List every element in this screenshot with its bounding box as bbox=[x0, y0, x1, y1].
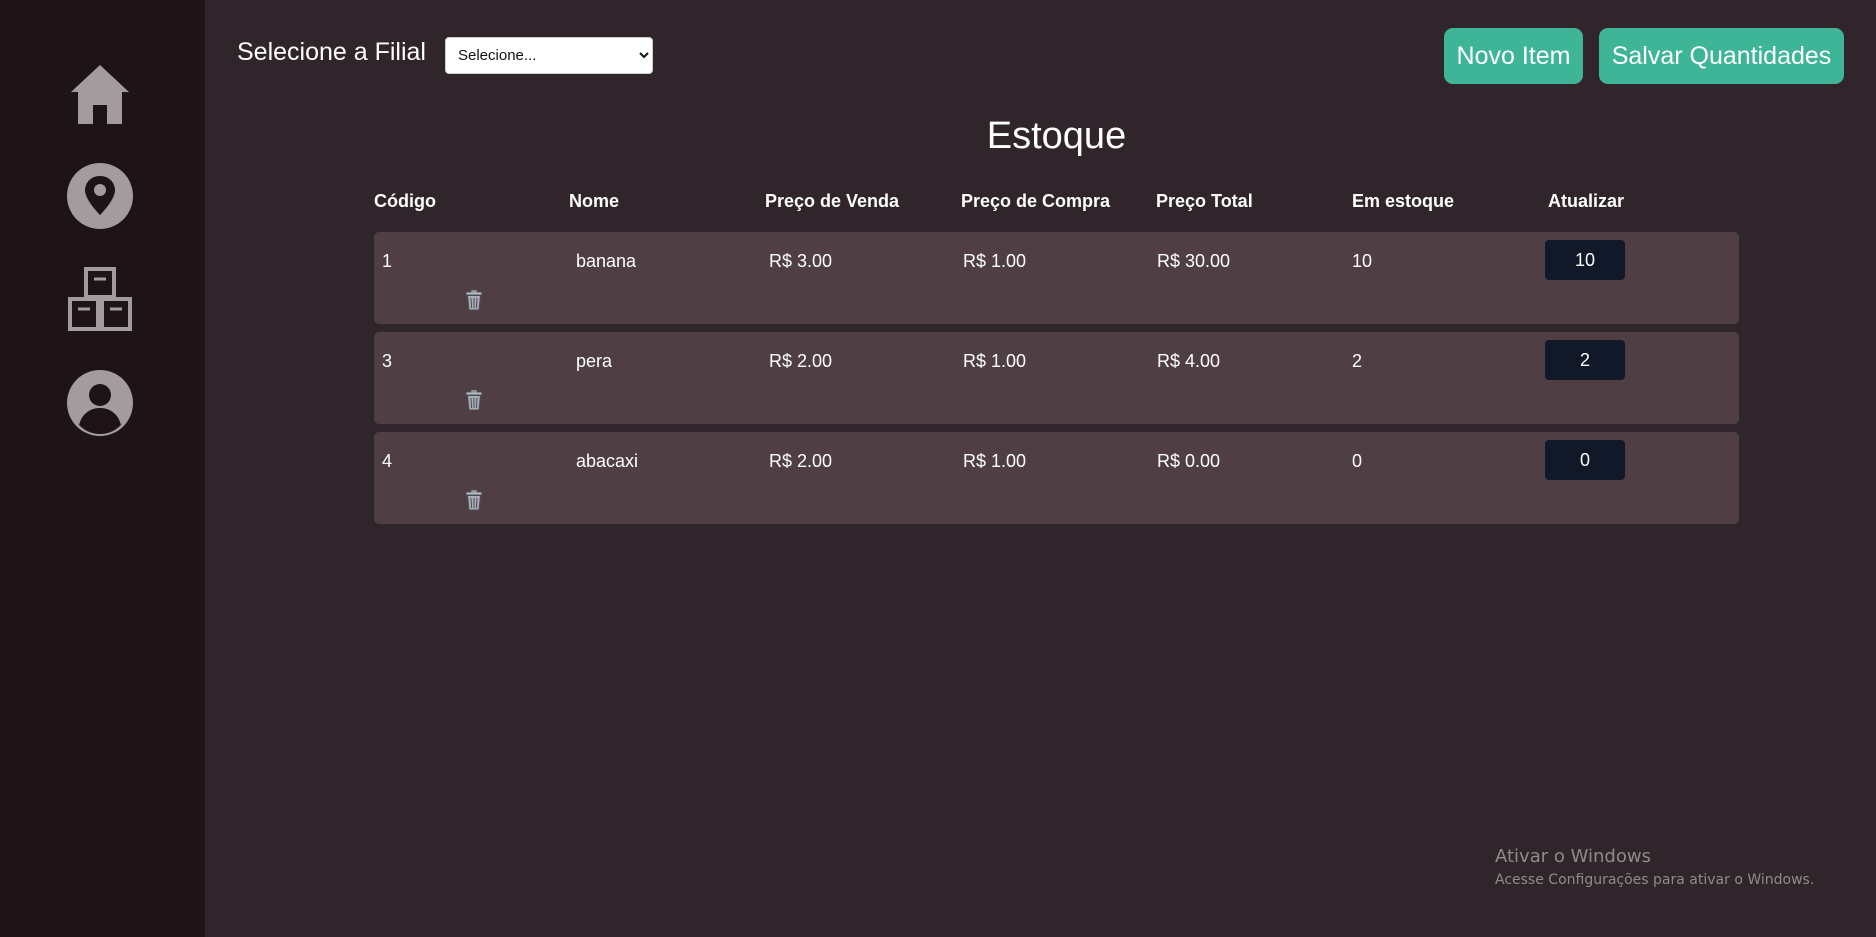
cell-codigo: 4 bbox=[382, 451, 393, 471]
trash-icon[interactable] bbox=[463, 489, 485, 511]
column-header-atualizar: Atualizar bbox=[1548, 191, 1625, 211]
cell-preco-venda: R$ 2.00 bbox=[769, 451, 833, 471]
cell-preco-total: R$ 4.00 bbox=[1157, 351, 1221, 371]
cell-preco-total: R$ 0.00 bbox=[1157, 451, 1221, 471]
cell-preco-venda: R$ 2.00 bbox=[769, 351, 833, 371]
boxes-icon[interactable] bbox=[67, 266, 133, 332]
column-header-preco-venda: Preço de Venda bbox=[765, 191, 900, 211]
cell-preco-venda: R$ 3.00 bbox=[769, 251, 833, 271]
home-icon[interactable] bbox=[67, 60, 133, 126]
cell-nome: banana bbox=[576, 251, 637, 271]
windows-activation-subtitle: Acesse Configurações para ativar o Windo… bbox=[1495, 872, 1815, 888]
location-pin-icon[interactable] bbox=[67, 163, 133, 229]
cell-preco-total: R$ 30.00 bbox=[1157, 251, 1231, 271]
table-row: 3 pera R$ 2.00 R$ 1.00 R$ 4.00 2 bbox=[374, 332, 1739, 424]
windows-activation-title: Ativar o Windows bbox=[1495, 846, 1651, 867]
cell-preco-compra: R$ 1.00 bbox=[963, 451, 1027, 471]
cell-preco-compra: R$ 1.00 bbox=[963, 351, 1027, 371]
trash-icon[interactable] bbox=[463, 289, 485, 311]
cell-nome: abacaxi bbox=[576, 451, 639, 471]
cell-codigo: 3 bbox=[382, 351, 393, 371]
filial-label: Selecione a Filial bbox=[237, 38, 426, 66]
page-title: Estoque bbox=[986, 115, 1127, 157]
quantity-input[interactable] bbox=[1545, 340, 1625, 380]
cell-em-estoque: 0 bbox=[1352, 451, 1363, 471]
filial-select[interactable]: Selecione... bbox=[445, 37, 653, 74]
cell-nome: pera bbox=[576, 351, 613, 371]
cell-codigo: 1 bbox=[382, 251, 393, 271]
column-header-em-estoque: Em estoque bbox=[1352, 191, 1455, 211]
quantity-input[interactable] bbox=[1545, 240, 1625, 280]
table-row: 1 banana R$ 3.00 R$ 1.00 R$ 30.00 10 bbox=[374, 232, 1739, 324]
column-header-codigo: Código bbox=[374, 191, 436, 211]
cell-em-estoque: 10 bbox=[1352, 251, 1373, 271]
cell-preco-compra: R$ 1.00 bbox=[963, 251, 1027, 271]
salvar-quantidades-button[interactable]: Salvar Quantidades bbox=[1599, 28, 1844, 84]
sidebar bbox=[0, 0, 205, 937]
quantity-input[interactable] bbox=[1545, 440, 1625, 480]
column-header-preco-total: Preço Total bbox=[1156, 191, 1253, 211]
column-header-nome: Nome bbox=[569, 191, 620, 211]
trash-icon[interactable] bbox=[463, 389, 485, 411]
user-icon[interactable] bbox=[67, 370, 133, 436]
cell-em-estoque: 2 bbox=[1352, 351, 1363, 371]
column-header-preco-compra: Preço de Compra bbox=[961, 191, 1111, 211]
table-row: 4 abacaxi R$ 2.00 R$ 1.00 R$ 0.00 0 bbox=[374, 432, 1739, 524]
novo-item-button[interactable]: Novo Item bbox=[1444, 28, 1583, 84]
